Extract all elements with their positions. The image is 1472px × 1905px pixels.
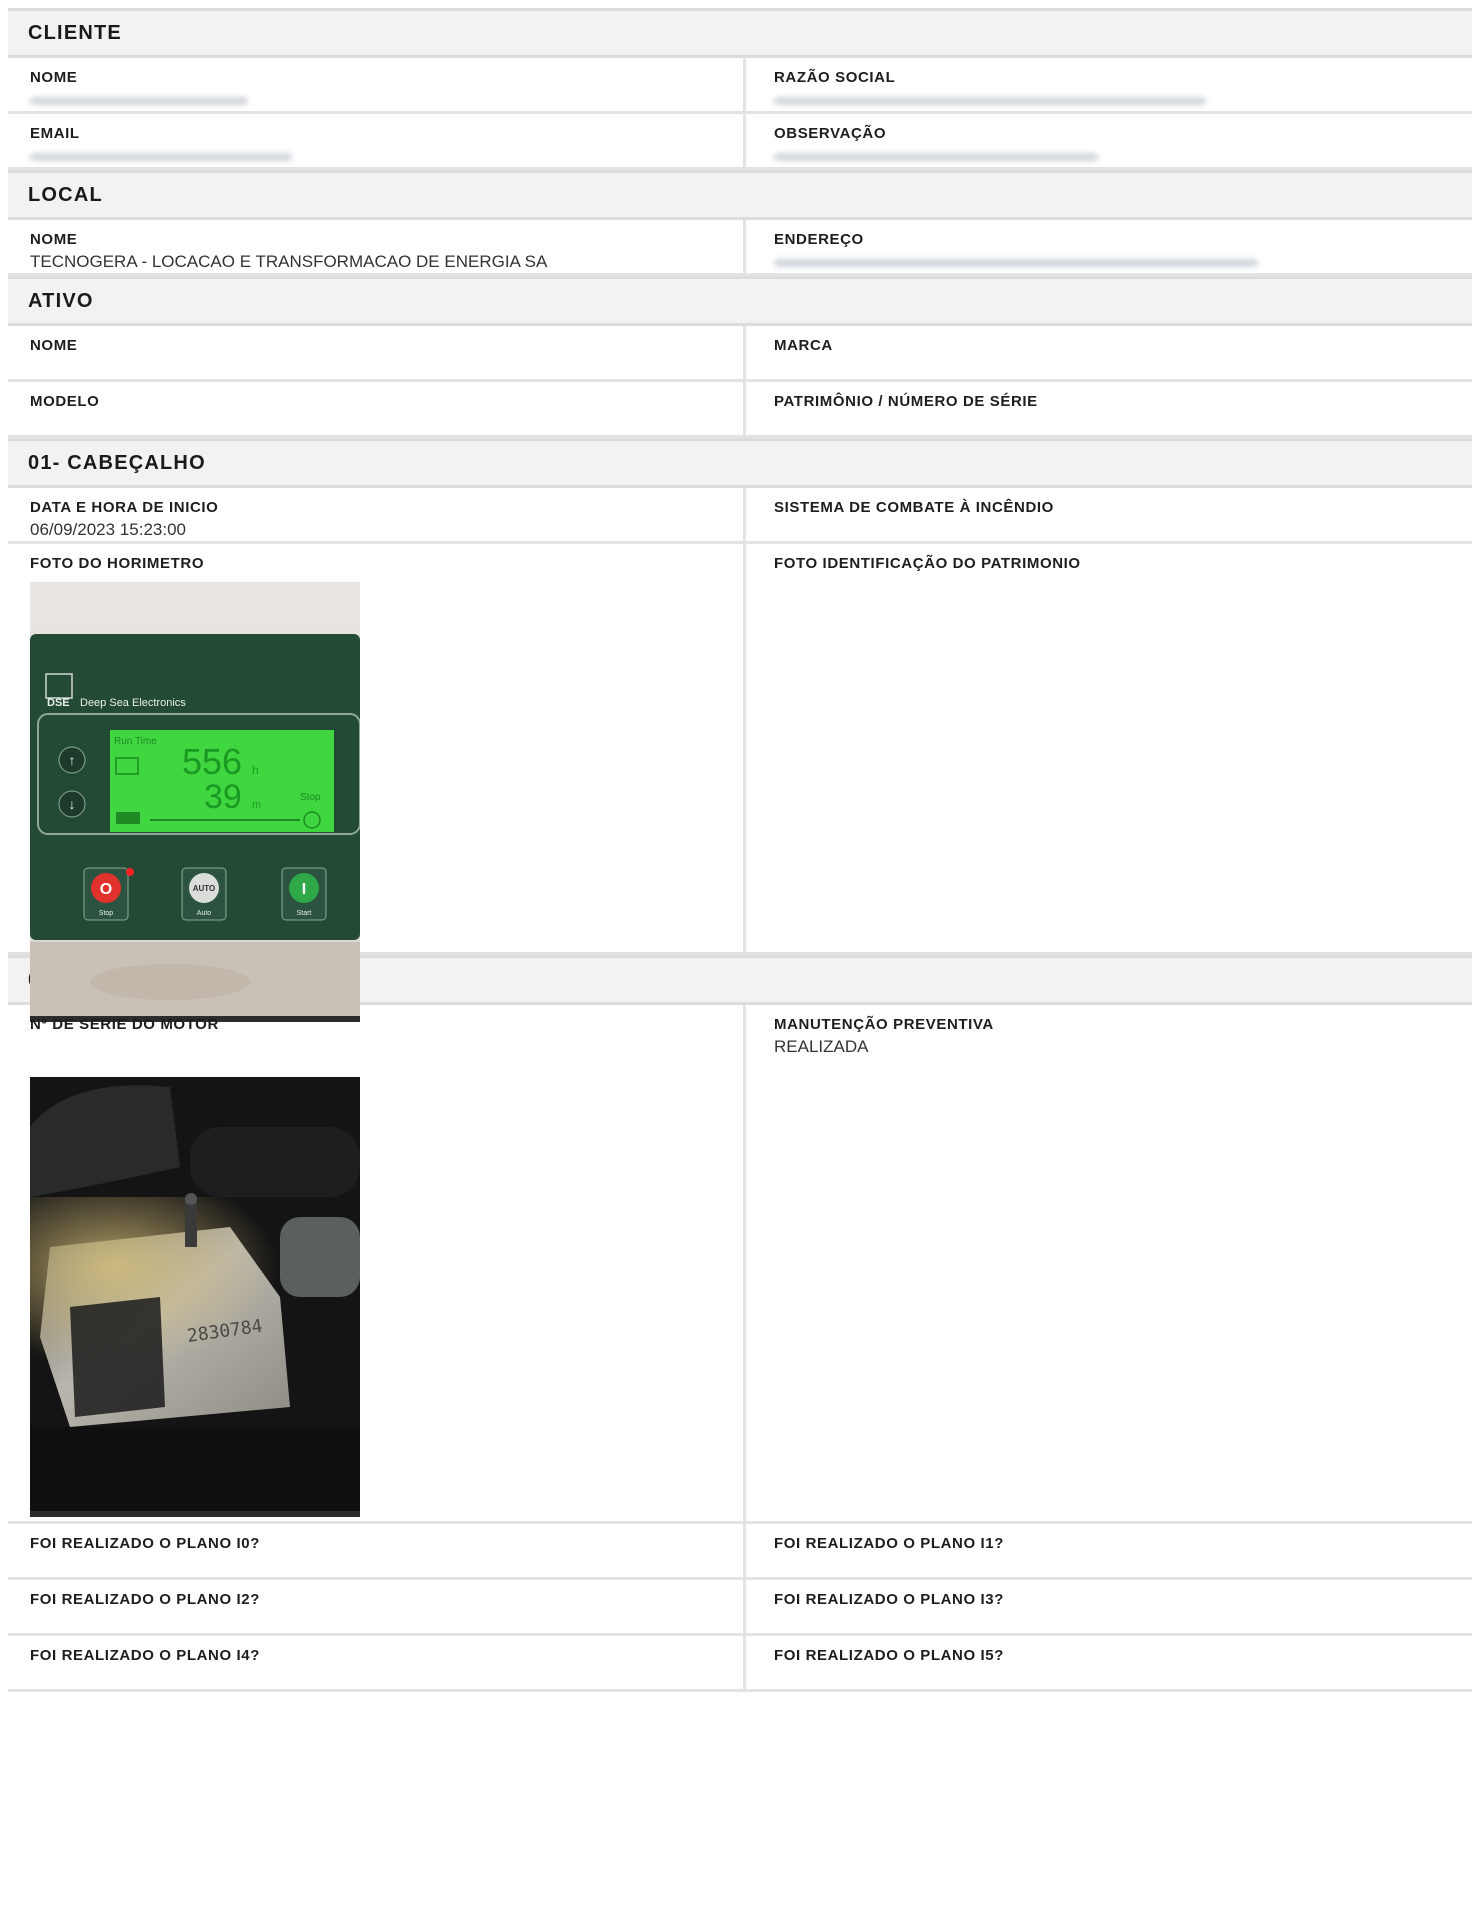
start-caption: Start — [297, 910, 312, 917]
field-plano-i2: FOI REALIZADO O PLANO I2? — [8, 1580, 746, 1633]
field-label: FOTO IDENTIFICAÇÃO DO PATRIMONIO — [774, 555, 1081, 572]
field-label: MARCA — [774, 337, 833, 354]
field-label: NOME — [30, 231, 78, 248]
section-header-local: LOCAL — [8, 170, 1472, 220]
redacted-value — [30, 97, 248, 105]
redacted-value — [774, 259, 1258, 267]
field-ativo-marca: MARCA — [746, 326, 1472, 379]
horimeter-photo[interactable]: DSE Deep Sea Electronics ↑ ↓ Run Time 55… — [30, 582, 360, 1022]
field-label: OBSERVAÇÃO — [774, 125, 887, 142]
field-label: Nº DE SERIE DO MOTOR — [30, 1016, 219, 1033]
field-label: NOME — [30, 69, 78, 86]
cliente-row-2: EMAIL OBSERVAÇÃO — [8, 114, 1472, 170]
motor-row-3: FOI REALIZADO O PLANO I2? FOI REALIZADO … — [8, 1580, 1472, 1636]
arrow-down-icon: ↓ — [69, 796, 76, 812]
auto-glyph: AUTO — [193, 884, 216, 893]
field-value: REALIZADA — [774, 1037, 869, 1056]
field-label: EMAIL — [30, 125, 80, 142]
redacted-value — [774, 153, 1098, 161]
motor-row-2: FOI REALIZADO O PLANO I0? FOI REALIZADO … — [8, 1524, 1472, 1580]
field-foto-identificacao-patrimonio: FOTO IDENTIFICAÇÃO DO PATRIMONIO — [746, 544, 1472, 952]
field-cliente-observacao: OBSERVAÇÃO — [746, 114, 1472, 167]
field-label: FOTO DO HORIMETRO — [30, 555, 205, 572]
brand-text: Deep Sea Electronics — [80, 697, 186, 709]
minutes-unit: m — [252, 799, 261, 811]
start-glyph: I — [302, 881, 306, 898]
field-label: ENDEREÇO — [774, 231, 864, 248]
field-label: SISTEMA DE COMBATE À INCÊNDIO — [774, 499, 1054, 516]
section-header-cliente: CLIENTE — [8, 8, 1472, 58]
field-foto-horimetro: FOTO DO HORIMETRO DSE Deep Sea Electroni… — [8, 544, 746, 1022]
field-label: FOI REALIZADO O PLANO I3? — [774, 1591, 1005, 1608]
field-label: DATA E HORA DE INICIO — [30, 499, 219, 516]
ativo-row-1: NOME MARCA — [8, 326, 1472, 382]
cabecalho-row-1: DATA E HORA DE INICIO 06/09/2023 15:23:0… — [8, 488, 1472, 544]
field-label: FOI REALIZADO O PLANO I4? — [30, 1647, 261, 1664]
local-row-1: NOME TECNOGERA - LOCACAO E TRANSFORMACAO… — [8, 220, 1472, 276]
field-cliente-email: EMAIL — [8, 114, 746, 167]
field-ativo-patrimonio: PATRIMÔNIO / NÚMERO DE SÉRIE — [746, 382, 1472, 435]
field-plano-i0: FOI REALIZADO O PLANO I0? — [8, 1524, 746, 1577]
field-label: MODELO — [30, 393, 100, 410]
hours-value: 556 — [182, 741, 242, 782]
stop-caption: Stop — [99, 910, 114, 917]
field-plano-i4: FOI REALIZADO O PLANO I4? — [8, 1636, 746, 1689]
field-manutencao-preventiva: MANUTENÇÃO PREVENTIVA REALIZADA — [746, 1005, 1472, 1521]
field-cliente-razao-social: RAZÃO SOCIAL — [746, 58, 1472, 111]
auto-caption: Auto — [197, 910, 212, 917]
field-label: RAZÃO SOCIAL — [774, 69, 896, 86]
redacted-value — [774, 97, 1206, 105]
stop-glyph: O — [100, 881, 112, 898]
field-local-nome: NOME TECNOGERA - LOCACAO E TRANSFORMACAO… — [8, 220, 746, 273]
field-label: PATRIMÔNIO / NÚMERO DE SÉRIE — [774, 393, 1038, 410]
engine-serial-photo[interactable]: 2830784 — [30, 1077, 360, 1517]
minutes-value: 39 — [204, 778, 242, 816]
motor-row-4: FOI REALIZADO O PLANO I4? FOI REALIZADO … — [8, 1636, 1472, 1692]
field-serie-motor: Nº DE SERIE DO MOTOR 2830784 — [8, 1005, 746, 1521]
field-label: FOI REALIZADO O PLANO I0? — [30, 1535, 261, 1552]
field-label: FOI REALIZADO O PLANO I1? — [774, 1535, 1005, 1552]
field-local-endereco: ENDEREÇO — [746, 220, 1472, 273]
field-value: 06/09/2023 15:23:00 — [30, 520, 186, 539]
arrow-up-icon: ↑ — [69, 752, 76, 768]
stop-led — [126, 868, 134, 876]
field-value: TECNOGERA - LOCACAO E TRANSFORMACAO DE E… — [30, 252, 548, 271]
field-plano-i3: FOI REALIZADO O PLANO I3? — [746, 1580, 1472, 1633]
field-label: FOI REALIZADO O PLANO I5? — [774, 1647, 1005, 1664]
stop-tag: Stop — [300, 792, 321, 803]
field-plano-i1: FOI REALIZADO O PLANO I1? — [746, 1524, 1472, 1577]
motor-row-1: Nº DE SERIE DO MOTOR 2830784 MANUTENÇÃO … — [8, 1005, 1472, 1524]
field-ativo-modelo: MODELO — [8, 382, 746, 435]
inspection-report: CLIENTE NOME RAZÃO SOCIAL EMAIL OBSERVAÇ… — [8, 8, 1472, 1692]
cliente-row-1: NOME RAZÃO SOCIAL — [8, 58, 1472, 114]
field-label: NOME — [30, 337, 78, 354]
field-cliente-nome: NOME — [8, 58, 746, 111]
hours-unit: h — [252, 763, 259, 777]
field-sistema-combate-incendio: SISTEMA DE COMBATE À INCÊNDIO — [746, 488, 1472, 541]
ativo-row-2: MODELO PATRIMÔNIO / NÚMERO DE SÉRIE — [8, 382, 1472, 438]
field-plano-i5: FOI REALIZADO O PLANO I5? — [746, 1636, 1472, 1689]
run-time-label: Run Time — [114, 736, 157, 747]
generator-icon — [116, 812, 140, 824]
field-label: MANUTENÇÃO PREVENTIVA — [774, 1016, 994, 1033]
redacted-value — [30, 153, 292, 161]
field-label: FOI REALIZADO O PLANO I2? — [30, 1591, 261, 1608]
section-header-ativo: ATIVO — [8, 276, 1472, 326]
dse-logo: DSE — [47, 697, 70, 709]
cabecalho-row-2: FOTO DO HORIMETRO DSE Deep Sea Electroni… — [8, 544, 1472, 1022]
field-ativo-nome: NOME — [8, 326, 746, 379]
section-header-cabecalho: 01- CABEÇALHO — [8, 438, 1472, 488]
field-data-hora-inicio: DATA E HORA DE INICIO 06/09/2023 15:23:0… — [8, 488, 746, 541]
